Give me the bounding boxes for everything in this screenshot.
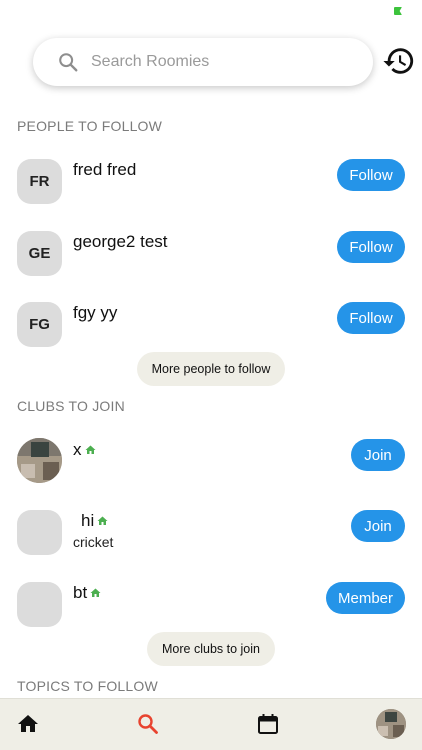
club-avatar[interactable] [17, 438, 62, 483]
club-name[interactable]: hi [81, 511, 109, 531]
list-item: x Join [0, 438, 422, 498]
list-item: FR fred fred Follow [0, 158, 422, 218]
profile-photo [376, 709, 406, 739]
list-item: GE george2 test Follow [0, 230, 422, 290]
club-topic: cricket [73, 534, 114, 550]
club-name-text: bt [73, 583, 88, 602]
status-indicator-icon [394, 7, 402, 15]
calendar-icon[interactable] [256, 712, 280, 736]
people-section-title: PEOPLE TO FOLLOW [17, 118, 163, 134]
club-name-text: hi [81, 511, 95, 530]
person-name[interactable]: fred fred [73, 160, 136, 180]
club-avatar[interactable] [17, 510, 62, 555]
person-name[interactable]: fgy yy [73, 303, 117, 323]
bottom-nav [0, 698, 422, 750]
house-icon [85, 445, 95, 454]
club-name[interactable]: x [73, 440, 97, 460]
join-button[interactable]: Join [351, 510, 405, 542]
search-icon[interactable] [136, 712, 160, 736]
search-icon [59, 53, 78, 72]
avatar[interactable]: GE [17, 231, 62, 276]
list-item: hi cricket Join [0, 509, 422, 569]
follow-button[interactable]: Follow [337, 159, 405, 191]
more-clubs-button[interactable]: More clubs to join [147, 632, 275, 666]
search-input[interactable] [91, 48, 351, 76]
club-name-text: x [73, 440, 82, 459]
club-name[interactable]: bt [73, 583, 102, 603]
history-icon[interactable] [382, 44, 416, 78]
club-photo [17, 438, 62, 483]
avatar[interactable]: FG [17, 302, 62, 347]
clubs-section-title: CLUBS TO JOIN [17, 398, 125, 414]
follow-button[interactable]: Follow [337, 231, 405, 263]
join-button[interactable]: Join [351, 439, 405, 471]
topics-section-title: TOPICS TO FOLLOW [17, 678, 158, 694]
house-icon [90, 588, 101, 597]
house-icon [97, 516, 108, 525]
profile-avatar[interactable] [376, 709, 406, 739]
follow-button[interactable]: Follow [337, 302, 405, 334]
member-button[interactable]: Member [326, 582, 405, 614]
home-icon[interactable] [16, 712, 40, 736]
person-name[interactable]: george2 test [73, 232, 168, 252]
avatar[interactable]: FR [17, 159, 62, 204]
search-bar[interactable] [33, 38, 373, 86]
club-avatar[interactable] [17, 582, 62, 627]
status-bar [0, 0, 422, 22]
more-people-button[interactable]: More people to follow [137, 352, 285, 386]
